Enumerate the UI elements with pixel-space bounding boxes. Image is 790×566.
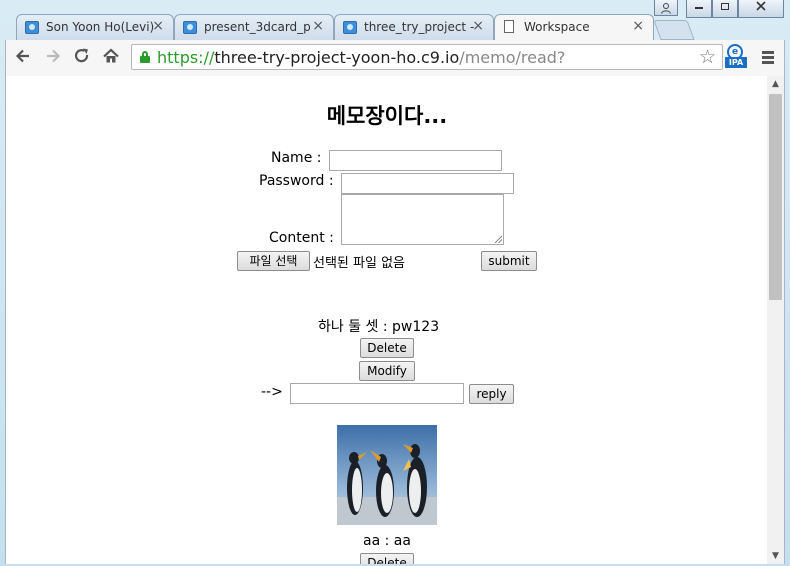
minimize-button[interactable] — [686, 0, 712, 18]
browser-toolbar: https://three-try-project-yoon-ho.c9.io/… — [5, 40, 785, 76]
url-text[interactable]: https://three-try-project-yoon-ho.c9.io/… — [157, 48, 565, 67]
hamburger-icon — [762, 51, 774, 54]
close-icon — [756, 1, 766, 11]
lock-icon — [140, 51, 150, 63]
close-tab-icon[interactable]: × — [152, 18, 164, 34]
minimize-icon — [695, 7, 703, 9]
delete-button[interactable]: Delete — [360, 338, 414, 358]
penguins-image — [337, 425, 437, 525]
tab-workspace[interactable]: Workspace × — [494, 14, 654, 40]
scrollbar-thumb[interactable] — [769, 94, 782, 300]
c9-icon — [25, 21, 39, 34]
back-button[interactable] — [12, 47, 34, 69]
scrollbar[interactable]: ▲ ▼ — [767, 76, 784, 564]
bookmark-star-icon[interactable]: ☆ — [699, 46, 716, 68]
user-profile-button[interactable] — [654, 0, 678, 16]
c9-icon — [183, 21, 197, 34]
forward-button[interactable] — [42, 47, 64, 69]
tab-present-3dcard[interactable]: present_3dcard_pra × — [174, 14, 334, 40]
content-textarea[interactable] — [341, 194, 504, 245]
scroll-down-arrow-icon[interactable]: ▼ — [767, 548, 784, 564]
close-tab-icon[interactable]: × — [312, 18, 324, 34]
user-icon — [661, 3, 671, 14]
content-label: Content : — [269, 230, 334, 246]
reply-button[interactable]: reply — [469, 384, 514, 404]
reply-input[interactable] — [290, 383, 464, 404]
name-input[interactable] — [329, 150, 502, 171]
new-tab-button[interactable] — [653, 20, 695, 40]
tab-label: present_3dcard_pra — [204, 20, 310, 34]
maximize-button[interactable] — [712, 0, 738, 18]
tab-label: Workspace — [524, 20, 590, 34]
home-button[interactable] — [100, 47, 122, 69]
password-input[interactable] — [341, 173, 514, 194]
tab-three-try-project[interactable]: three_try_project - × — [334, 14, 494, 40]
extension-tag: IPA — [725, 57, 747, 68]
name-label: Name : — [271, 150, 322, 166]
memo-text: 하나 둘 셋 : pw123 — [318, 319, 440, 335]
home-icon — [103, 48, 119, 63]
menu-button[interactable] — [760, 49, 776, 67]
penguins-photo — [337, 425, 437, 525]
c9-icon — [343, 21, 357, 34]
choose-file-button[interactable]: 파일 선택 — [237, 251, 310, 271]
back-arrow-icon — [15, 49, 29, 63]
close-window-button[interactable] — [738, 0, 784, 18]
reload-button[interactable] — [71, 47, 93, 69]
url-host: three-try-project-yoon-ho.c9.io — [214, 48, 460, 67]
modify-button[interactable]: Modify — [359, 361, 415, 381]
memo-text: aa : aa — [363, 533, 411, 549]
tab-label: Son Yoon Ho(Levi) — [46, 20, 155, 34]
address-bar[interactable]: https://three-try-project-yoon-ho.c9.io/… — [131, 44, 723, 70]
browser-window: Son Yoon Ho(Levi) × present_3dcard_pra ×… — [0, 0, 790, 566]
reply-prefix: --> — [261, 384, 283, 400]
file-status-text: 선택된 파일 없음 — [313, 256, 405, 271]
close-tab-icon[interactable]: × — [472, 18, 484, 34]
close-tab-icon[interactable]: × — [632, 18, 644, 34]
reload-icon — [74, 48, 89, 63]
restore-icon — [721, 3, 729, 10]
ipa-extension-button[interactable]: e IPA — [725, 44, 747, 68]
scroll-up-arrow-icon[interactable]: ▲ — [767, 76, 784, 92]
title-bar: Son Yoon Ho(Levi) × present_3dcard_pra ×… — [0, 0, 790, 40]
url-path: /memo/read? — [459, 48, 566, 67]
password-label: Password : — [259, 173, 334, 189]
tab-label: three_try_project - — [364, 20, 474, 34]
delete-button[interactable]: Delete — [360, 553, 414, 564]
url-scheme: https:// — [157, 48, 215, 67]
memo-page: 메모장이다... Name : Password : Content : 파일 … — [6, 76, 768, 564]
forward-arrow-icon — [47, 49, 61, 63]
submit-button[interactable]: submit — [481, 251, 537, 271]
page-viewport: 메모장이다... Name : Password : Content : 파일 … — [5, 76, 785, 564]
tab-son-yoon-ho[interactable]: Son Yoon Ho(Levi) × — [16, 14, 174, 40]
document-icon — [504, 20, 514, 33]
page-title: 메모장이다... — [326, 104, 448, 128]
